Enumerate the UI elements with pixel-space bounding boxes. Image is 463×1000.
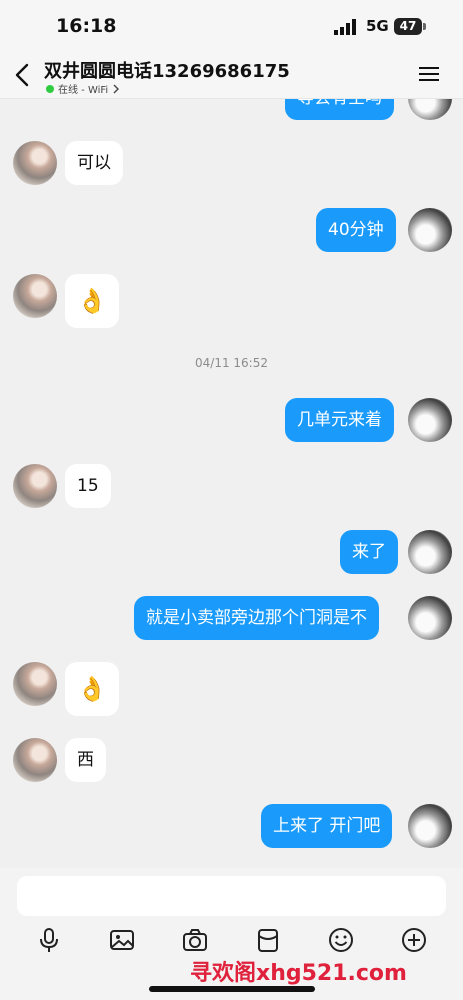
avatar-self[interactable] [408,596,452,640]
camera-icon[interactable] [181,926,209,954]
chat-title[interactable]: 双井圆圆电话13269686175 [44,57,290,83]
battery-cap [423,23,426,30]
message-bubble-in[interactable]: 可以 [65,141,123,185]
battery-icon: 47 [394,18,422,35]
chat-area[interactable]: 等会有空吗 可以 40分钟 👌 04/11 16:52 几单元来着 15 来了 … [0,98,463,868]
avatar-self[interactable] [408,804,452,848]
avatar-contact[interactable] [13,662,57,706]
message-bubble-out[interactable]: 几单元来着 [285,398,394,442]
emoji-icon[interactable] [327,926,355,954]
message-bubble-in[interactable]: 👌 [65,662,119,716]
message-bubble-out[interactable]: 等会有空吗 [285,98,394,120]
signal-icon [334,19,356,35]
status-bar: 16:18 5G 47 [0,0,463,50]
online-status-text: 在线 - WiFi [58,85,109,96]
message-bubble-out[interactable]: 就是小卖部旁边那个门洞是不 [134,596,379,640]
online-dot-icon [46,84,54,93]
plus-icon[interactable] [400,926,428,954]
watermark-text: 寻欢阁xhg521.com [190,961,407,986]
status-time: 16:18 [56,15,117,37]
avatar-contact[interactable] [13,141,57,185]
back-icon[interactable] [10,62,36,88]
message-bubble-out[interactable]: 40分钟 [316,208,396,252]
message-bubble-in[interactable]: 👌 [65,274,119,328]
avatar-contact[interactable] [13,464,57,508]
avatar-self[interactable] [408,98,452,120]
message-bubble-in[interactable]: 西 [65,738,106,782]
avatar-contact[interactable] [13,274,57,318]
message-bubble-in[interactable]: 15 [65,464,111,508]
message-input[interactable] [17,876,446,916]
avatar-self[interactable] [408,208,452,252]
online-status[interactable]: 在线 - WiFi [46,81,120,96]
menu-icon[interactable] [418,64,440,84]
microphone-icon[interactable] [35,926,63,954]
home-indicator[interactable] [149,986,315,992]
chevron-right-icon [113,84,120,93]
red-packet-icon[interactable] [254,926,282,954]
image-icon[interactable] [108,926,136,954]
message-bubble-out[interactable]: 上来了 开门吧 [261,804,393,848]
chat-header: 双井圆圆电话13269686175 在线 - WiFi [0,50,463,99]
avatar-self[interactable] [408,530,452,574]
avatar-self[interactable] [408,398,452,442]
message-timestamp: 04/11 16:52 [195,356,268,370]
avatar-contact[interactable] [13,738,57,782]
network-label: 5G [366,17,389,35]
message-bubble-out[interactable]: 来了 [340,530,398,574]
